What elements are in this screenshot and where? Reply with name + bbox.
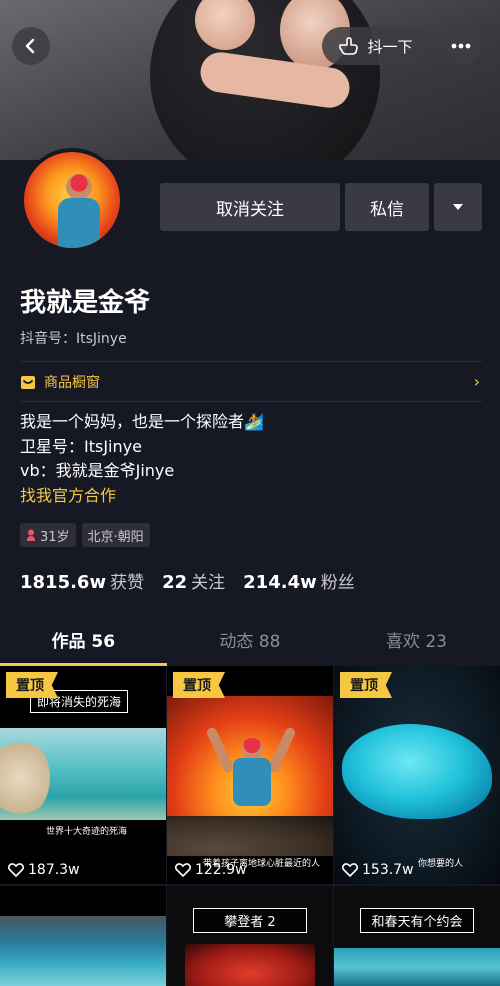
shop-label: 商品橱窗 [44,375,100,391]
pinned-badge: 置顶 [173,672,225,698]
like-count-value: 153.7w [362,862,414,878]
followers-stat[interactable]: 214.4w 粉丝 [243,568,355,593]
shake-label: 抖一下 [367,37,413,56]
cooperation-link[interactable]: 找我官方合作 [20,484,264,509]
likes-label: 获赞 [110,573,145,593]
followers-count: 214.4w [243,572,317,593]
unfollow-button[interactable]: 取消关注 [160,183,340,231]
sea-image [0,916,166,986]
video-subtitle: 世界十大奇迹的死海 [46,827,128,837]
bio-line: 卫星号：ItsJinye [20,436,142,456]
video-title: 和春天有个约会 [360,908,474,933]
following-label: 关注 [191,573,226,593]
shore [0,738,50,818]
unfollow-label: 取消关注 [216,199,284,220]
hand-point-icon [339,37,359,55]
back-button[interactable] [12,27,50,65]
bio-line: 我是一个妈妈，也是一个探险者🏄 [20,412,264,431]
sea-image [0,728,166,820]
following-stat[interactable]: 22 关注 [162,568,225,593]
avatar-head [66,174,92,200]
douyin-id: 抖音号：ItsJinye [20,331,127,347]
heart-icon [342,863,358,877]
bio: 我是一个妈妈，也是一个探险者🏄 卫星号：ItsJinye vb：我就是金爷Jin… [20,410,264,508]
divider [20,401,482,402]
video-grid: 即将消失的死海 世界十大奇迹的死海 置顶 187.3w 带着孩子离地球心脏最近的… [0,666,500,986]
heart-icon [175,863,191,877]
like-count: 122.9w [175,862,247,878]
message-label: 私信 [370,199,404,220]
caret-down-icon [453,204,463,210]
heart-icon [8,863,24,877]
content-tabs: 作品 56 动态 88 喜欢 23 [0,622,500,666]
like-count: 153.7w [342,862,414,878]
video-subtitle: 你想要的人 [418,859,464,869]
tab-posts[interactable]: 动态 88 [167,622,334,666]
profile-tags: 31岁 北京·朝阳 [20,523,150,547]
avatar[interactable] [20,148,124,252]
like-count-value: 187.3w [28,862,80,878]
shop-icon [21,375,35,389]
pinned-badge: 置顶 [6,672,58,698]
tab-likes[interactable]: 喜欢 23 [333,622,500,666]
video-thumbnail[interactable]: 你想要的人 置顶 153.7w [334,666,500,884]
chevron-left-icon [25,38,35,54]
video-thumbnail[interactable]: 即将消失的死海 世界十大奇迹的死海 置顶 187.3w [0,666,166,884]
profile-stats: 1815.6w 获赞 22 关注 214.4w 粉丝 [20,568,355,593]
climber-body [233,758,271,806]
profile-name: 我就是金爷 [20,288,151,318]
age-tag: 31岁 [20,523,76,547]
location-label: 北京·朝阳 [87,529,144,545]
like-count-value: 122.9w [195,862,247,878]
age-label: 31岁 [40,529,70,545]
likes-count: 1815.6w [20,572,107,593]
rocks [167,816,333,856]
pinned-badge: 置顶 [340,672,392,698]
video-thumbnail[interactable]: 带着孩子离地球心脏最近的人 置顶 122.9w [167,666,333,884]
tab-works[interactable]: 作品 56 [0,622,167,666]
like-count: 187.3w [8,862,80,878]
divider [20,361,482,362]
shop-window-row[interactable]: 商品橱窗 › [20,370,482,394]
video-image [185,944,315,986]
video-thumbnail[interactable]: 和春天有个约会 [334,886,500,986]
location-tag: 北京·朝阳 [81,523,150,547]
likes-stat: 1815.6w 获赞 [20,568,144,593]
message-button[interactable]: 私信 [345,183,429,231]
video-title: 攀登者 2 [193,908,307,933]
bio-line: vb：我就是金爷Jinye [20,461,175,480]
cover-image [0,0,500,160]
shake-button[interactable]: 抖一下 [322,27,428,65]
video-thumbnail[interactable]: 攀登者 2 [167,886,333,986]
video-thumbnail[interactable] [0,886,166,986]
avatar-body [58,198,100,248]
dropdown-button[interactable] [434,183,482,231]
more-dots-icon [451,43,471,49]
video-image [334,948,500,986]
chevron-right-icon: › [473,372,480,391]
female-icon [27,529,35,541]
climber-head [241,738,263,760]
more-button[interactable] [442,27,480,65]
following-count: 22 [162,572,188,593]
followers-label: 粉丝 [320,573,355,593]
